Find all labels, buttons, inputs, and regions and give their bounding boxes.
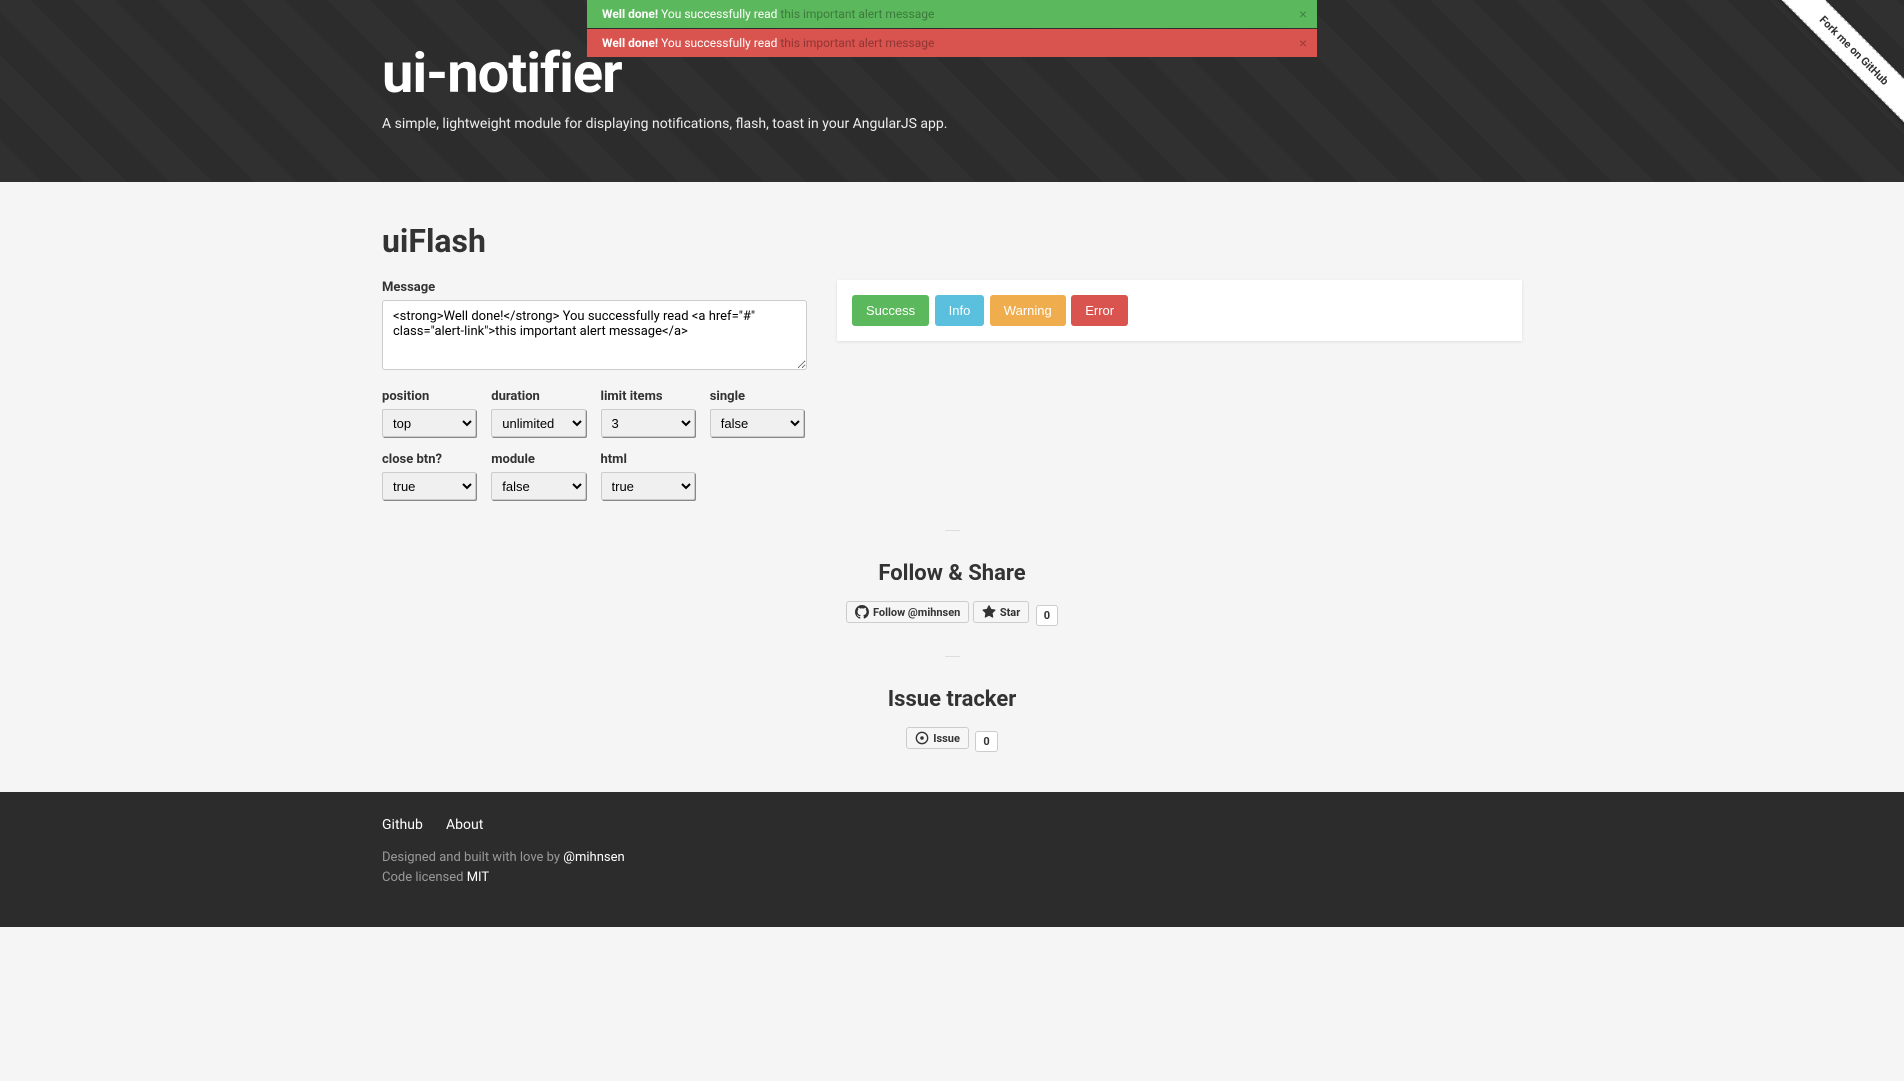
warning-button[interactable]: Warning	[990, 295, 1066, 326]
issue-button[interactable]: Issue	[906, 727, 969, 749]
option-label-limit: limit items	[601, 389, 695, 404]
alert-text: You successfully read	[658, 36, 780, 50]
alerts-container: Well done! You successfully read this im…	[587, 0, 1317, 58]
option-label-html: html	[601, 452, 695, 467]
issue-label: Issue	[933, 732, 960, 745]
option-label-module: module	[491, 452, 585, 467]
limit-select[interactable]: 3	[601, 409, 695, 437]
footer-author-link[interactable]: @mihnsen	[563, 850, 624, 865]
option-label-position: position	[382, 389, 476, 404]
alert-strong: Well done!	[602, 36, 658, 50]
fork-ribbon-label: Fork me on GitHub	[1772, 0, 1904, 132]
follow-button[interactable]: Follow @mihnsen	[846, 601, 969, 623]
alert-danger: Well done! You successfully read this im…	[587, 29, 1317, 57]
footer-license-link[interactable]: MIT	[467, 870, 489, 885]
page-footer: Github About Designed and built with lov…	[0, 792, 1904, 927]
divider	[945, 530, 960, 531]
issue-count: 0	[975, 731, 997, 752]
options-row: position top duration unlimited limit it…	[382, 389, 807, 500]
closebtn-select[interactable]: true	[382, 472, 476, 500]
follow-heading: Follow & Share	[382, 561, 1522, 586]
alert-link[interactable]: this important alert message	[780, 36, 934, 50]
footer-link-github[interactable]: Github	[382, 817, 423, 833]
footer-link-about[interactable]: About	[446, 817, 483, 833]
issue-heading: Issue tracker	[382, 687, 1522, 712]
alert-success: Well done! You successfully read this im…	[587, 0, 1317, 28]
close-icon[interactable]: ×	[1299, 6, 1307, 22]
page-subtitle: A simple, lightweight module for display…	[382, 116, 1522, 132]
section-title: uiFlash	[382, 222, 1522, 260]
alert-strong: Well done!	[602, 7, 658, 21]
success-button[interactable]: Success	[852, 295, 929, 326]
info-button[interactable]: Info	[935, 295, 985, 326]
option-label-single: single	[710, 389, 804, 404]
star-button[interactable]: Star	[973, 601, 1029, 623]
star-count: 0	[1036, 605, 1058, 626]
html-select[interactable]: true	[601, 472, 695, 500]
follow-label: Follow @mihnsen	[873, 606, 960, 619]
close-icon[interactable]: ×	[1299, 35, 1307, 51]
footer-license-prefix: Code licensed	[382, 870, 467, 885]
option-label-duration: duration	[491, 389, 585, 404]
message-label: Message	[382, 280, 807, 295]
module-select[interactable]: false	[491, 472, 585, 500]
button-panel: Success Info Warning Error	[837, 280, 1522, 341]
issue-icon	[915, 731, 929, 745]
divider	[945, 656, 960, 657]
github-icon	[855, 605, 869, 619]
message-textarea[interactable]	[382, 300, 807, 370]
position-select[interactable]: top	[382, 409, 476, 437]
alert-text: You successfully read	[658, 7, 780, 21]
option-label-closebtn: close btn?	[382, 452, 476, 467]
star-icon	[982, 605, 996, 619]
star-label: Star	[1000, 606, 1020, 619]
single-select[interactable]: false	[710, 409, 804, 437]
footer-designed-prefix: Designed and built with love by	[382, 850, 563, 865]
duration-select[interactable]: unlimited	[491, 409, 585, 437]
alert-link[interactable]: this important alert message	[780, 7, 934, 21]
error-button[interactable]: Error	[1071, 295, 1128, 326]
fork-ribbon[interactable]: Fork me on GitHub	[1754, 0, 1904, 150]
